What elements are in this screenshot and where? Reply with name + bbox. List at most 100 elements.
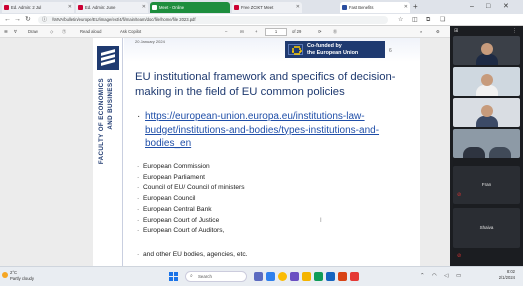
- excel-icon[interactable]: [314, 272, 323, 281]
- search-icon: ⌕: [190, 273, 193, 279]
- tray-chevron-icon[interactable]: ⌃: [420, 273, 425, 279]
- zoom-in-button[interactable]: +: [255, 26, 257, 38]
- tab-close-icon[interactable]: ✕: [142, 2, 146, 13]
- participant-name: Fran: [481, 182, 492, 187]
- powerpoint-icon[interactable]: [338, 272, 347, 281]
- tab-close-icon[interactable]: ✕: [68, 2, 72, 13]
- chrome-browser-icon[interactable]: [278, 272, 287, 281]
- slide-page-number: 6: [389, 48, 392, 54]
- close-window-button[interactable]: ✕: [503, 1, 509, 12]
- address-bar-row: ← → ↻ ⓘ \\MVA/bulletin/europe/EU/image/e…: [0, 14, 523, 26]
- settings-icon[interactable]: ⚙: [436, 26, 440, 38]
- browser-tab[interactable]: Ed. Admin: June ✕: [76, 2, 148, 13]
- tab-favicon-icon: [4, 5, 9, 10]
- search-icon[interactable]: ⌕: [420, 26, 422, 38]
- faculty-name: FACULTY OF ECONOMICS AND BUSINESS: [95, 78, 121, 228]
- list-item: European Central Bank: [137, 205, 407, 216]
- bullet: ·: [137, 111, 141, 122]
- participant-tile[interactable]: [453, 129, 520, 158]
- text-cursor-icon: I: [320, 218, 322, 224]
- edge-browser-icon[interactable]: [266, 272, 275, 281]
- eu-institutions-link[interactable]: https://european-union.europa.eu/institu…: [145, 110, 413, 151]
- teams-icon[interactable]: [290, 272, 299, 281]
- eu-star-icon: [298, 47, 301, 50]
- search-placeholder: Search: [198, 274, 212, 279]
- participant-face: [481, 105, 493, 117]
- favorite-star-icon[interactable]: ☆: [398, 14, 403, 26]
- pdf-toolbar: ☰ ∀ Draw ◇ Ⓣ Read aloud Ask Copilot – ⊟ …: [0, 26, 450, 38]
- volume-icon[interactable]: ◁: [444, 273, 448, 279]
- eu-star-icon: [291, 49, 294, 52]
- meet-favicon-icon: [152, 5, 157, 10]
- participant-tile[interactable]: [453, 67, 520, 96]
- windows-start-icon[interactable]: [169, 272, 178, 281]
- fit-page-icon[interactable]: ⊟: [240, 26, 244, 38]
- eu-star-icon: [292, 47, 295, 50]
- ask-copilot-button[interactable]: Ask Copilot: [120, 26, 141, 38]
- pdf-viewer: FACULTY OF ECONOMICS AND BUSINESS 20 Jan…: [0, 38, 450, 266]
- participant-body: [463, 147, 485, 158]
- list-item: European Parliament: [137, 173, 407, 184]
- contents-icon[interactable]: ☰: [4, 26, 8, 38]
- list-item-last: and other EU bodies, agencies, etc.: [137, 251, 247, 258]
- participant-body: [476, 85, 498, 96]
- participant-tile-audio[interactable]: ⊘ Fran: [453, 166, 520, 204]
- weather-sun-icon: [2, 272, 8, 278]
- taskbar-search-input[interactable]: ⌕ Search: [185, 271, 247, 282]
- rotate-icon[interactable]: ⟳: [318, 26, 322, 38]
- institutions-list: European Commission European Parliament …: [137, 162, 407, 237]
- slide-page: FACULTY OF ECONOMICS AND BUSINESS 20 Jan…: [93, 38, 420, 266]
- battery-icon[interactable]: ▭: [456, 273, 461, 279]
- tab-label: Ed. Admin: June: [85, 5, 116, 10]
- maximize-button[interactable]: □: [486, 1, 490, 12]
- text-icon[interactable]: Ⓣ: [62, 26, 66, 38]
- clock[interactable]: 8:02 2/1/2024: [499, 269, 515, 281]
- erase-icon[interactable]: ◇: [50, 26, 53, 38]
- slide-date: 20 January 2024: [135, 39, 165, 44]
- acrobat-icon[interactable]: [350, 272, 359, 281]
- tab-close-icon[interactable]: ✕: [296, 2, 300, 13]
- browser-tab-active[interactable]: Fast Benefits ✕: [340, 2, 410, 13]
- pin-icon[interactable]: ⊞: [454, 28, 458, 34]
- extensions-icon[interactable]: ⧉: [426, 14, 430, 26]
- draw-button[interactable]: Draw: [28, 26, 38, 38]
- participant-body: [476, 54, 498, 65]
- forward-arrow-icon[interactable]: →: [14, 14, 21, 26]
- file-explorer-icon[interactable]: [302, 272, 311, 281]
- split-screen-icon[interactable]: ◫: [412, 14, 418, 26]
- participant-tile[interactable]: [453, 98, 520, 127]
- weather-widget[interactable]: 2°C Partly cloudy: [2, 270, 34, 281]
- page-number-input[interactable]: 1: [265, 28, 287, 36]
- two-page-icon[interactable]: Ⓓ: [333, 26, 337, 38]
- faculty-logo-icon: [97, 46, 119, 70]
- browser-tab-meet[interactable]: Meet - Online: [150, 2, 230, 13]
- tab-favicon-icon: [78, 5, 83, 10]
- browser-tab[interactable]: Free ZCIKT Meet ✕: [232, 2, 302, 13]
- task-view-icon[interactable]: [254, 272, 263, 281]
- eu-star-icon: [295, 53, 298, 56]
- browser-tab-strip: Ed. Admin: 2 Jul ✕ Ed. Admin: June ✕ Mee…: [0, 0, 523, 14]
- page-current: 1: [274, 29, 278, 34]
- tab-favicon-icon: [234, 5, 239, 10]
- back-arrow-icon[interactable]: ←: [4, 14, 11, 26]
- read-aloud-button[interactable]: Read aloud: [80, 26, 101, 38]
- eu-star-icon: [293, 52, 296, 55]
- participant-tile-audio[interactable]: ⊘ Shaiva: [453, 208, 520, 259]
- minimize-button[interactable]: –: [470, 1, 474, 12]
- highlight-icon[interactable]: ∀: [14, 26, 17, 38]
- more-options-icon[interactable]: ⋮: [512, 28, 517, 34]
- participant-tile[interactable]: [453, 36, 520, 65]
- tab-close-icon[interactable]: ✕: [404, 2, 408, 13]
- eu-flag-icon: [288, 44, 303, 56]
- zoom-out-button[interactable]: –: [225, 26, 227, 38]
- wifi-icon[interactable]: ◠: [432, 273, 437, 279]
- collections-icon[interactable]: ❏: [440, 14, 445, 26]
- refresh-icon[interactable]: ↻: [25, 14, 31, 26]
- tab-label: Fast Benefits: [349, 5, 374, 10]
- eu-badge-text: Co-funded by the European Union: [307, 43, 358, 56]
- url-field[interactable]: ⓘ \\MVA/bulletin/europe/EU/image/ext/4/f…: [38, 16, 388, 24]
- browser-tab[interactable]: Ed. Admin: 2 Jul ✕: [2, 2, 74, 13]
- new-tab-button[interactable]: +: [413, 2, 418, 12]
- word-icon[interactable]: [326, 272, 335, 281]
- page-total: of 29: [292, 29, 302, 34]
